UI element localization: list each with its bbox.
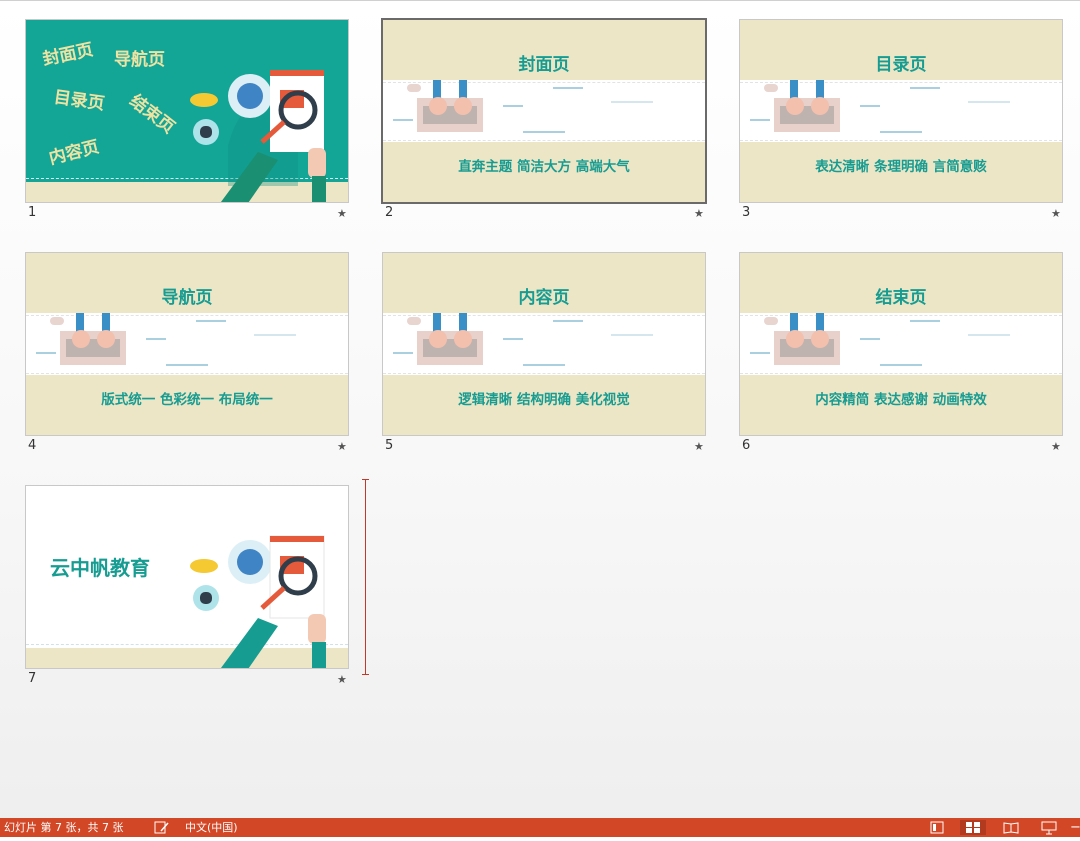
- reading-view-icon[interactable]: [998, 820, 1024, 835]
- normal-view-icon[interactable]: [924, 820, 950, 835]
- animation-star-icon: ★: [1051, 207, 1061, 220]
- slide-subtitle: 版式统一 色彩统一 布局统一: [101, 392, 273, 408]
- keyboard-hands-illustration: [36, 313, 296, 366]
- cover-word-2: 导航页: [114, 50, 165, 70]
- slide-thumbnail-2[interactable]: 封面页 直奔主题 简洁大方 高端大气: [381, 18, 707, 204]
- slide-number-2: 2: [385, 205, 394, 220]
- slide-thumbnail-3[interactable]: 目录页 表达清晰 条理明确 言简意赅: [739, 19, 1063, 203]
- slide-thumbnail-1[interactable]: 封面页 导航页 目录页 结束页 内容页: [25, 19, 349, 203]
- dashed-line: [383, 140, 705, 141]
- slide-number-7: 7: [28, 671, 37, 686]
- slide-number-5: 5: [385, 438, 394, 453]
- slide-number-3: 3: [742, 205, 751, 220]
- dashed-line: [383, 373, 705, 374]
- animation-star-icon: ★: [1051, 440, 1061, 453]
- slide-title: 导航页: [161, 288, 213, 308]
- slide-number-4: 4: [28, 438, 37, 453]
- slide-subtitle: 逻辑清晰 结构明确 美化视觉: [458, 392, 630, 408]
- notes-edit-icon[interactable]: [154, 820, 170, 841]
- slide-title: 云中帆教育: [50, 556, 150, 580]
- animation-star-icon: ★: [694, 440, 704, 453]
- slideshow-icon[interactable]: [1036, 820, 1062, 835]
- keyboard-hands-illustration: [750, 80, 1010, 133]
- slide-thumbnail-7[interactable]: 云中帆教育: [25, 485, 349, 669]
- status-bar: 幻灯片 第 7 张，共 7 张 中文(中国) −: [0, 818, 1080, 837]
- slide-number-6: 6: [742, 438, 751, 453]
- cover-word-3: 目录页: [52, 87, 106, 115]
- slide-sorter-icon[interactable]: [960, 820, 986, 835]
- keyboard-hands-illustration: [393, 80, 653, 133]
- slide-number-1: 1: [28, 205, 37, 220]
- animation-star-icon: ★: [694, 207, 704, 220]
- cover-word-4: 结束页: [125, 90, 179, 139]
- animation-star-icon: ★: [337, 440, 347, 453]
- slide-subtitle: 内容精简 表达感谢 动画特效: [815, 392, 987, 408]
- slide-thumbnail-6[interactable]: 结束页 内容精简 表达感谢 动画特效: [739, 252, 1063, 436]
- magnifier-illustration: [190, 535, 326, 668]
- zoom-out-button[interactable]: −: [1070, 818, 1080, 837]
- dashed-line: [26, 373, 348, 374]
- dashed-line: [740, 140, 1062, 141]
- slide-subtitle: 表达清晰 条理明确 言简意赅: [815, 159, 987, 175]
- language-status[interactable]: 中文(中国): [185, 818, 238, 837]
- slide-subtitle: 直奔主题 简洁大方 高端大气: [458, 159, 630, 175]
- animation-star-icon: ★: [337, 207, 347, 220]
- slide-title: 内容页: [518, 288, 570, 308]
- slide-sorter-grid: 封面页 导航页 目录页 结束页 内容页 1 ★ 封面页 直奔主题 简洁大方 高端…: [0, 0, 1080, 818]
- keyboard-hands-illustration: [393, 313, 653, 366]
- slide-title: 结束页: [875, 288, 927, 308]
- slide-count-status: 幻灯片 第 7 张，共 7 张: [4, 821, 124, 834]
- cover-word-5: 内容页: [46, 137, 102, 169]
- slide-thumbnail-5[interactable]: 内容页 逻辑清晰 结构明确 美化视觉: [382, 252, 706, 436]
- slide-title: 封面页: [518, 55, 570, 75]
- magnifier-illustration: [190, 70, 326, 202]
- keyboard-hands-illustration: [750, 313, 1010, 366]
- slide-title: 目录页: [875, 55, 927, 75]
- animation-star-icon: ★: [337, 673, 347, 686]
- slide-thumbnail-4[interactable]: 导航页 版式统一 色彩统一 布局统一: [25, 252, 349, 436]
- cover-word-1: 封面页: [40, 39, 96, 71]
- insertion-marker: [362, 479, 369, 675]
- dashed-line: [740, 373, 1062, 374]
